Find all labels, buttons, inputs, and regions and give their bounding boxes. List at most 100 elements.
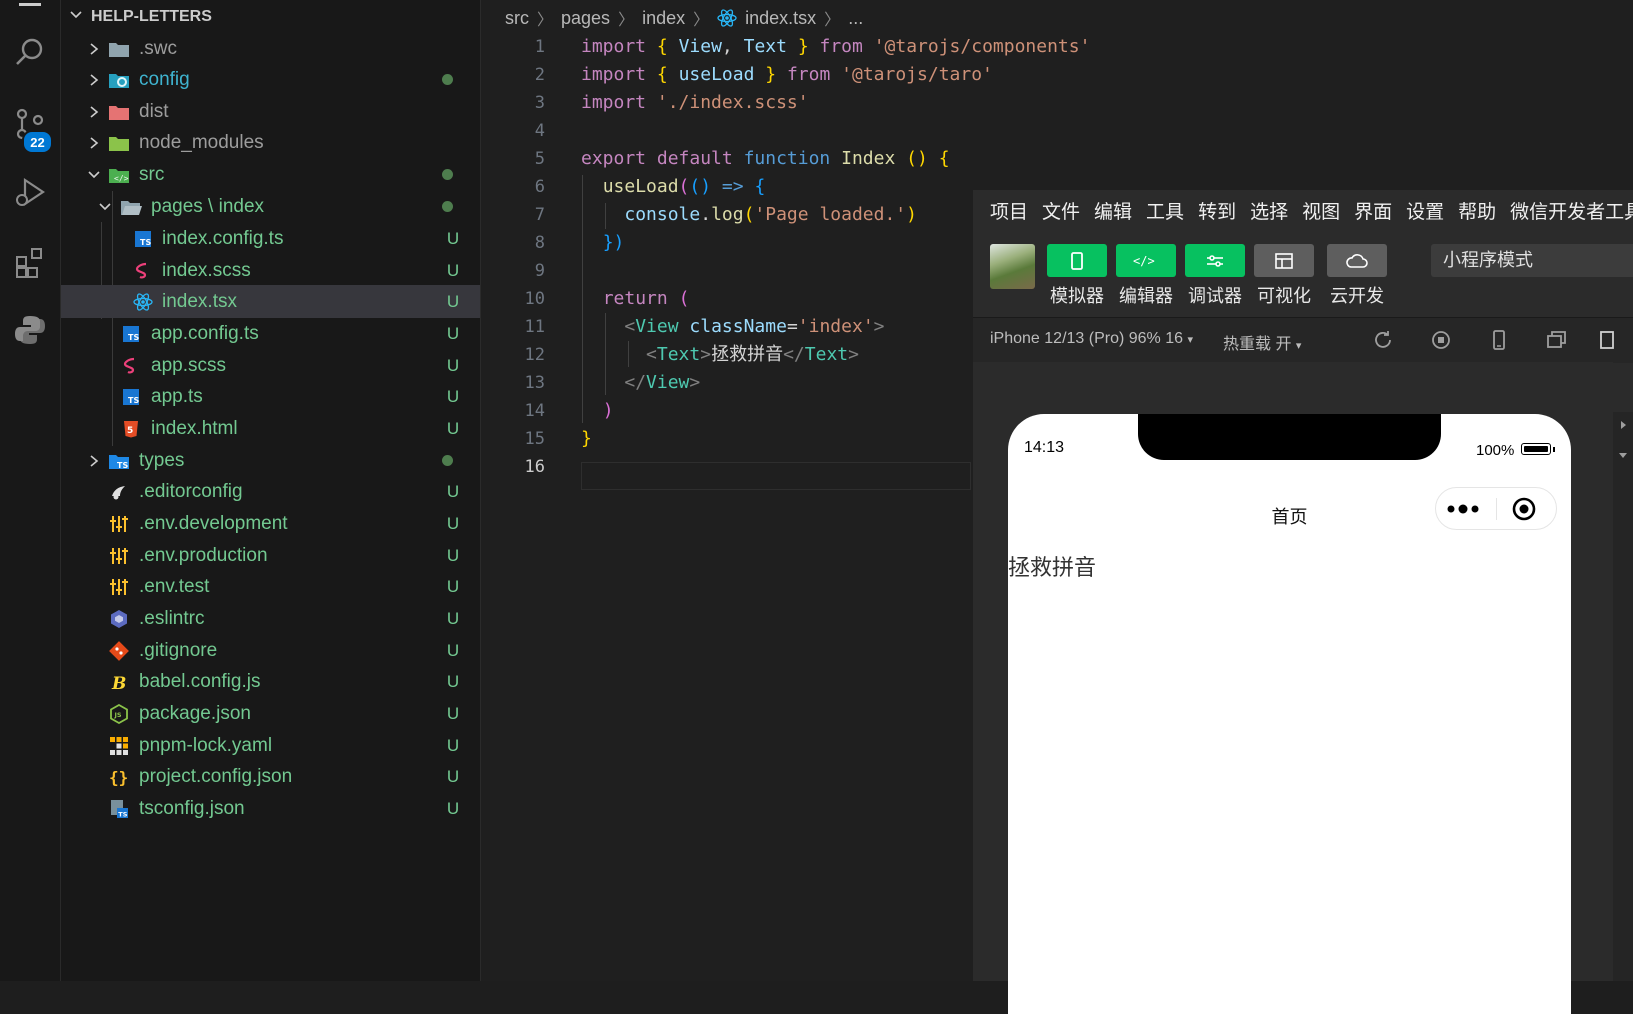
phone-simulator-screen[interactable]: 14:13 100% 首页 拯救拼音: [1008, 414, 1571, 1014]
tree-item-label: tsconfig.json: [139, 797, 245, 819]
menu-project[interactable]: 项目: [973, 197, 1035, 224]
mode-select[interactable]: 小程序模式: [1431, 244, 1633, 277]
svg-text:{}: {}: [109, 768, 128, 787]
status-badge: U: [446, 323, 460, 343]
tree-item-label: project.config.json: [139, 765, 293, 787]
breadcrumb-index[interactable]: index: [642, 8, 685, 29]
code-line-7: console.log('Page loaded.'): [624, 204, 917, 225]
menu-devtools[interactable]: 微信开发者工具: [1503, 197, 1633, 224]
tree-item-config[interactable]: config: [61, 63, 480, 96]
menu-edit[interactable]: 编辑: [1087, 197, 1139, 224]
tree-item-package-json[interactable]: JS package.json U: [61, 697, 480, 730]
tree-item-index-scss[interactable]: index.scss U: [61, 254, 480, 287]
code-line-6: useLoad(() => {: [602, 176, 766, 197]
breadcrumb-file[interactable]: index.tsx: [745, 8, 816, 29]
svg-text:JS: JS: [114, 711, 122, 719]
status-badge: U: [446, 355, 460, 375]
cloud-dev-label: 云开发: [1330, 286, 1384, 306]
tree-item-label: types: [139, 449, 185, 471]
tree-item-project-config[interactable]: {} project.config.json U: [61, 760, 480, 793]
hot-reload-select[interactable]: 热重载 开 ▾: [1223, 330, 1301, 354]
line-number: 12: [524, 345, 545, 365]
window-icon[interactable]: [1545, 328, 1569, 352]
extensions-icon[interactable]: [0, 238, 60, 286]
menu-help[interactable]: 帮助: [1451, 197, 1503, 224]
tree-item-app-config-ts[interactable]: TS app.config.ts U: [61, 317, 480, 350]
menu-settings[interactable]: 设置: [1399, 197, 1451, 224]
tree-item-node-modules[interactable]: node_modules: [61, 126, 480, 159]
tree-item-eslintrc[interactable]: .eslintrc U: [61, 602, 480, 635]
device-icon[interactable]: [1487, 328, 1511, 352]
code-line-5: export default function Index () {: [581, 148, 950, 169]
device-select[interactable]: iPhone 12/13 (Pro) 96% 16 ▾: [990, 330, 1193, 348]
env-file-icon: [108, 545, 130, 567]
more-icon[interactable]: [1445, 500, 1481, 518]
react-file-icon: [717, 9, 737, 27]
tree-item-env-production[interactable]: .env.production U: [61, 539, 480, 572]
tree-item-swc[interactable]: .swc: [61, 32, 480, 65]
line-number: 7: [534, 205, 545, 225]
wechat-devtools-window[interactable]: 项目 文件 编辑 工具 转到 选择 视图 界面 设置 帮助 微信开发者工具 模拟…: [973, 190, 1633, 1014]
refresh-icon[interactable]: [1371, 328, 1395, 352]
tree-item-tsconfig[interactable]: TS tsconfig.json U: [61, 792, 480, 825]
caret-right-icon[interactable]: [1618, 420, 1628, 430]
tree-item-index-tsx[interactable]: index.tsx U: [61, 285, 480, 318]
avatar[interactable]: [990, 244, 1035, 289]
menu-file[interactable]: 文件: [1035, 197, 1087, 224]
svg-text:TS: TS: [117, 461, 128, 470]
tree-item-env-test[interactable]: .env.test U: [61, 570, 480, 603]
line-number: 10: [524, 289, 545, 309]
tree-item-app-ts[interactable]: TS app.ts U: [61, 380, 480, 413]
visualize-label: 可视化: [1257, 286, 1311, 306]
tree-item-env-development[interactable]: .env.development U: [61, 507, 480, 540]
tree-item-pnpm-lock[interactable]: pnpm-lock.yaml U: [61, 729, 480, 762]
menu-goto[interactable]: 转到: [1191, 197, 1243, 224]
tree-item-index-html[interactable]: 5 index.html U: [61, 412, 480, 445]
breadcrumb-pages[interactable]: pages: [561, 8, 610, 29]
cloud-dev-button[interactable]: [1327, 244, 1387, 277]
menu-icon[interactable]: [0, 0, 60, 20]
tree-item-label: node_modules: [139, 131, 264, 153]
menu-interface[interactable]: 界面: [1347, 197, 1399, 224]
svg-text:5: 5: [127, 426, 133, 436]
stop-icon[interactable]: [1429, 328, 1453, 352]
battery-icon: [1521, 443, 1551, 455]
close-capsule-icon[interactable]: [1512, 497, 1536, 521]
simulator-scroll-strip[interactable]: [1613, 412, 1633, 981]
menu-view[interactable]: 视图: [1295, 197, 1347, 224]
python-icon[interactable]: [0, 306, 60, 354]
breadcrumb-more[interactable]: ...: [848, 8, 863, 29]
tree-item-dist[interactable]: dist: [61, 95, 480, 128]
tree-item-label: .eslintrc: [139, 607, 205, 629]
tree-item-app-scss[interactable]: app.scss U: [61, 349, 480, 382]
breadcrumb-src[interactable]: src: [505, 8, 529, 29]
types-folder-icon: TS: [108, 450, 130, 472]
tree-item-gitignore[interactable]: .gitignore U: [61, 634, 480, 667]
tree-item-src[interactable]: </> src: [61, 158, 480, 191]
svg-text:</>: </>: [114, 174, 129, 183]
menu-tools[interactable]: 工具: [1139, 197, 1191, 224]
tree-item-babel-config[interactable]: B babel.config.js U: [61, 665, 480, 698]
phone-icon: [1071, 251, 1083, 270]
search-icon[interactable]: [0, 28, 60, 76]
tsconfig-file-icon: TS: [108, 798, 130, 820]
copy-icon[interactable]: [1595, 328, 1619, 352]
editor-button[interactable]: </>: [1116, 244, 1176, 277]
visualize-button[interactable]: [1254, 244, 1314, 277]
tree-item-types[interactable]: TS types: [61, 444, 480, 477]
status-badge: U: [446, 545, 460, 565]
tree-item-index-config-ts[interactable]: TS index.config.ts U: [61, 222, 480, 255]
activity-bar: 22: [0, 0, 61, 981]
chevron-down-icon[interactable]: [69, 8, 83, 22]
status-badge: U: [446, 671, 460, 691]
tree-item-editorconfig[interactable]: .editorconfig U: [61, 475, 480, 508]
line-number: 13: [524, 373, 545, 393]
debugger-button[interactable]: [1185, 244, 1245, 277]
run-debug-icon[interactable]: [0, 168, 60, 216]
caret-down-icon[interactable]: [1618, 450, 1628, 460]
config-folder-icon: [108, 69, 130, 91]
simulator-button[interactable]: [1047, 244, 1107, 277]
menu-select[interactable]: 选择: [1243, 197, 1295, 224]
tree-item-pages-index[interactable]: pages \ index: [61, 190, 480, 223]
typescript-file-icon: TS: [120, 323, 142, 345]
